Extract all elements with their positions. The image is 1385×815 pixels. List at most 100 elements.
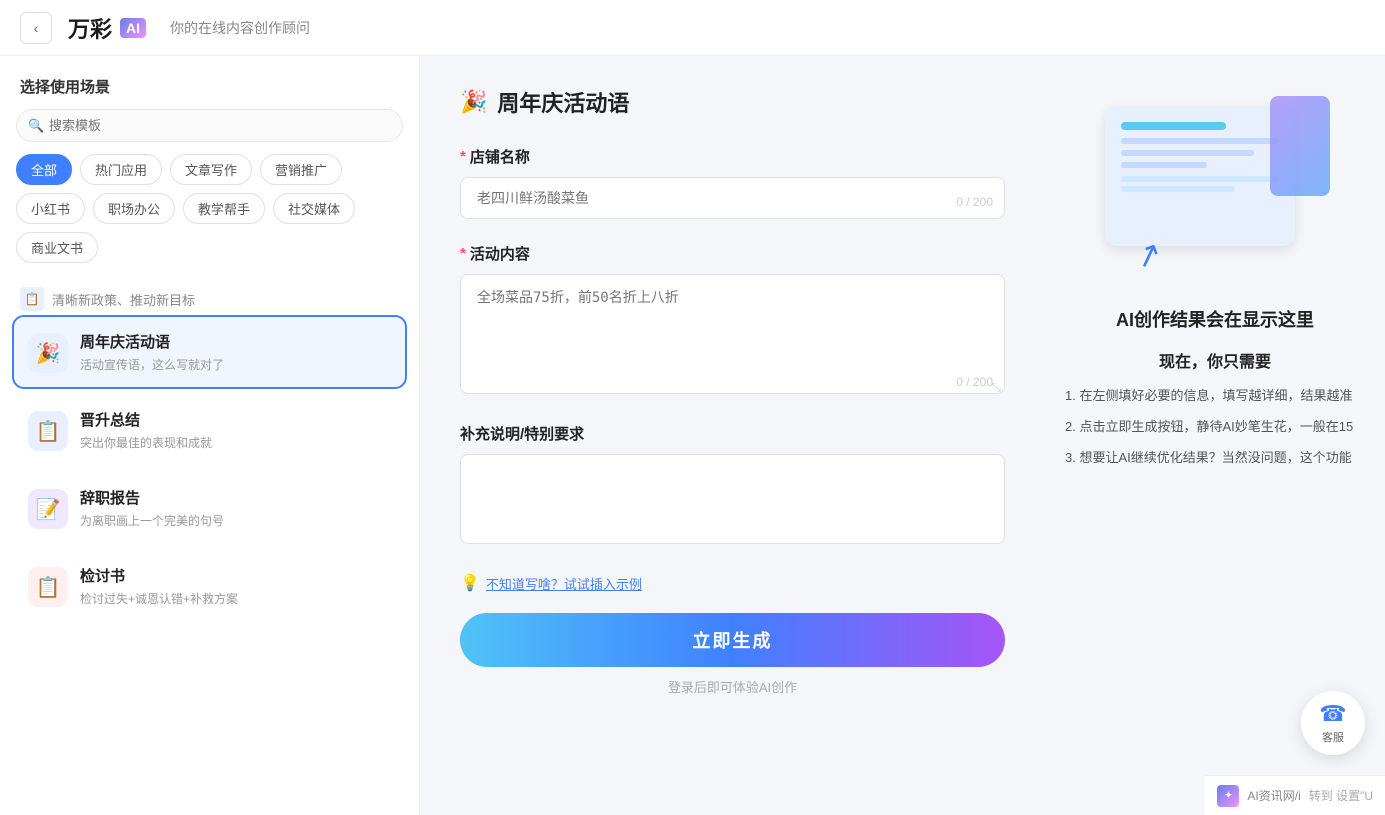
illus-line-1 [1121,122,1226,130]
template-icon-promotion: 📋 [28,411,68,451]
info-step-3: 3. 想要让AI继续优化结果？当然没问题，这个功能 [1065,448,1365,469]
illus-line-3 [1121,150,1254,156]
header-subtitle: 你的在线内容创作顾问 [170,18,310,38]
form-title-icon: 🎉 [460,89,487,115]
template-desc-anniversary: 活动宣传语，这么写就对了 [80,356,391,373]
template-info-review: 检讨书 检讨过失+诚恩认错+补救方案 [80,565,391,607]
login-hint: 登录后即可体验AI创作 [460,677,1005,696]
info-step-2: 2. 点击立即生成按钮，静待AI妙笔生花，一般在15 [1065,417,1365,438]
form-group-supplement: 补充说明/特别要求 [460,423,1005,549]
watermark-suffix: 转到 设置"U [1309,787,1373,804]
form-group-shop-name: * 店铺名称 0 / 200 [460,146,1005,219]
template-icon-resignation: 📝 [28,489,68,529]
label-text-supplement: 补充说明/特别要求 [460,423,584,444]
sidebar: 选择使用场景 🔍 全部 热门应用 文章写作 营销推广 小红书 职场办公 教学帮手… [0,56,420,815]
bottom-bar: ✦ AI资讯网/i 转到 设置"U [1205,775,1385,815]
section-divider: 📋 清晰新政策、推动新目标 [12,279,407,315]
illus-line-6 [1121,186,1235,192]
watermark-text: AI资讯网/i [1247,787,1300,804]
form-title-row: 🎉 周年庆活动语 [460,86,1005,118]
template-info-anniversary: 周年庆活动语 活动宣传语，这么写就对了 [80,331,391,373]
cs-icon: ☎ [1319,701,1346,727]
generate-label: 立即生成 [693,631,773,651]
supplement-textarea[interactable] [460,454,1005,544]
divider-icon: 📋 [20,287,44,311]
template-name-promotion: 晋升总结 [80,409,391,430]
customer-service-button[interactable]: ☎ 客服 [1301,691,1365,755]
illustration: ↗ [1085,86,1345,286]
form-area: 🎉 周年庆活动语 * 店铺名称 0 / 200 * 活动内容 [420,56,1045,815]
logo-area: 万彩 AI [68,12,146,44]
template-desc-review: 检讨过失+诚恩认错+补救方案 [80,590,391,607]
search-input[interactable] [16,109,403,142]
tag-office[interactable]: 职场办公 [93,193,175,224]
search-box: 🔍 [16,109,403,142]
info-steps: 1. 在左侧填好必要的信息，填写越详细，结果越准 2. 点击立即生成按钮，静待A… [1065,386,1365,478]
illus-main-card [1105,106,1295,246]
template-item-resignation[interactable]: 📝 辞职报告 为离职画上一个完美的句号 [12,471,407,545]
generate-button[interactable]: 立即生成 [460,613,1005,667]
header: ‹ 万彩 AI 你的在线内容创作顾问 [0,0,1385,56]
illus-line-4 [1121,162,1207,168]
tag-marketing[interactable]: 营销推广 [260,154,342,185]
required-star-shop: * [460,148,466,165]
logo-ai-badge: AI [120,18,146,38]
required-star-activity: * [460,245,466,262]
right-panel: 🎉 周年庆活动语 * 店铺名称 0 / 200 * 活动内容 [420,56,1385,815]
hint-row[interactable]: 💡 不知道写啥？试试插入示例 [460,573,1005,593]
illus-line-2 [1121,138,1279,144]
form-label-shop-name: * 店铺名称 [460,146,1005,167]
tag-all[interactable]: 全部 [16,154,72,185]
shop-name-input-wrap: 0 / 200 [460,177,1005,219]
form-label-supplement: 补充说明/特别要求 [460,423,1005,444]
search-icon: 🔍 [28,118,44,134]
template-icon-anniversary: 🎉 [28,333,68,373]
form-group-activity: * 活动内容 0 / 200 ⤡ [460,243,1005,399]
template-name-anniversary: 周年庆活动语 [80,331,391,352]
activity-char-count: 0 / 200 [956,375,993,389]
back-icon: ‹ [34,20,39,36]
hint-text: 不知道写啥？试试插入示例 [486,574,642,593]
template-item-anniversary[interactable]: 🎉 周年庆活动语 活动宣传语，这么写就对了 [12,315,407,389]
tag-xiaohongshu[interactable]: 小红书 [16,193,85,224]
template-desc-promotion: 突出你最佳的表现和成就 [80,434,391,451]
back-button[interactable]: ‹ [20,12,52,44]
shop-name-input[interactable] [460,177,1005,219]
tag-article[interactable]: 文章写作 [170,154,252,185]
form-label-activity: * 活动内容 [460,243,1005,264]
hint-icon: 💡 [460,573,480,593]
tag-education[interactable]: 教学帮手 [183,193,265,224]
divider-text: 清晰新政策、推动新目标 [52,290,195,309]
info-title-text: AI创作结果会在显示这里 [1116,310,1314,330]
template-desc-resignation: 为离职画上一个完美的句号 [80,512,391,529]
supplement-input-wrap [460,454,1005,549]
template-info-promotion: 晋升总结 突出你最佳的表现和成就 [80,409,391,451]
template-name-resignation: 辞职报告 [80,487,391,508]
cs-label: 客服 [1322,729,1344,745]
template-icon-review: 📋 [28,567,68,607]
template-item-promotion[interactable]: 📋 晋升总结 突出你最佳的表现和成就 [12,393,407,467]
logo-text: 万彩 [68,12,112,44]
info-subtitle: 现在，你只需要 [1065,348,1365,372]
resize-icon: ⤡ [991,380,1001,395]
sidebar-title: 选择使用场景 [0,56,419,109]
template-info-resignation: 辞职报告 为离职画上一个完美的句号 [80,487,391,529]
tag-filters: 全部 热门应用 文章写作 营销推广 小红书 职场办公 教学帮手 社交媒体 商业文… [0,154,419,271]
activity-textarea[interactable] [460,274,1005,394]
form-title: 周年庆活动语 [497,86,629,118]
shop-name-char-count: 0 / 200 [956,195,993,209]
watermark-logo-icon: ✦ [1217,785,1239,807]
illus-side-card [1270,96,1330,196]
template-item-review[interactable]: 📋 检讨书 检讨过失+诚恩认错+补救方案 [12,549,407,623]
tag-hot[interactable]: 热门应用 [80,154,162,185]
info-step-1: 1. 在左侧填好必要的信息，填写越详细，结果越准 [1065,386,1365,407]
main-layout: 选择使用场景 🔍 全部 热门应用 文章写作 营销推广 小红书 职场办公 教学帮手… [0,56,1385,815]
tag-social[interactable]: 社交媒体 [273,193,355,224]
illus-line-5 [1121,176,1279,182]
template-name-review: 检讨书 [80,565,391,586]
label-text-shop: 店铺名称 [470,146,530,167]
activity-input-wrap: 0 / 200 ⤡ [460,274,1005,399]
tag-business[interactable]: 商业文书 [16,232,98,263]
template-list: 📋 清晰新政策、推动新目标 🎉 周年庆活动语 活动宣传语，这么写就对了 📋 晋升… [0,271,419,815]
label-text-activity: 活动内容 [470,243,530,264]
